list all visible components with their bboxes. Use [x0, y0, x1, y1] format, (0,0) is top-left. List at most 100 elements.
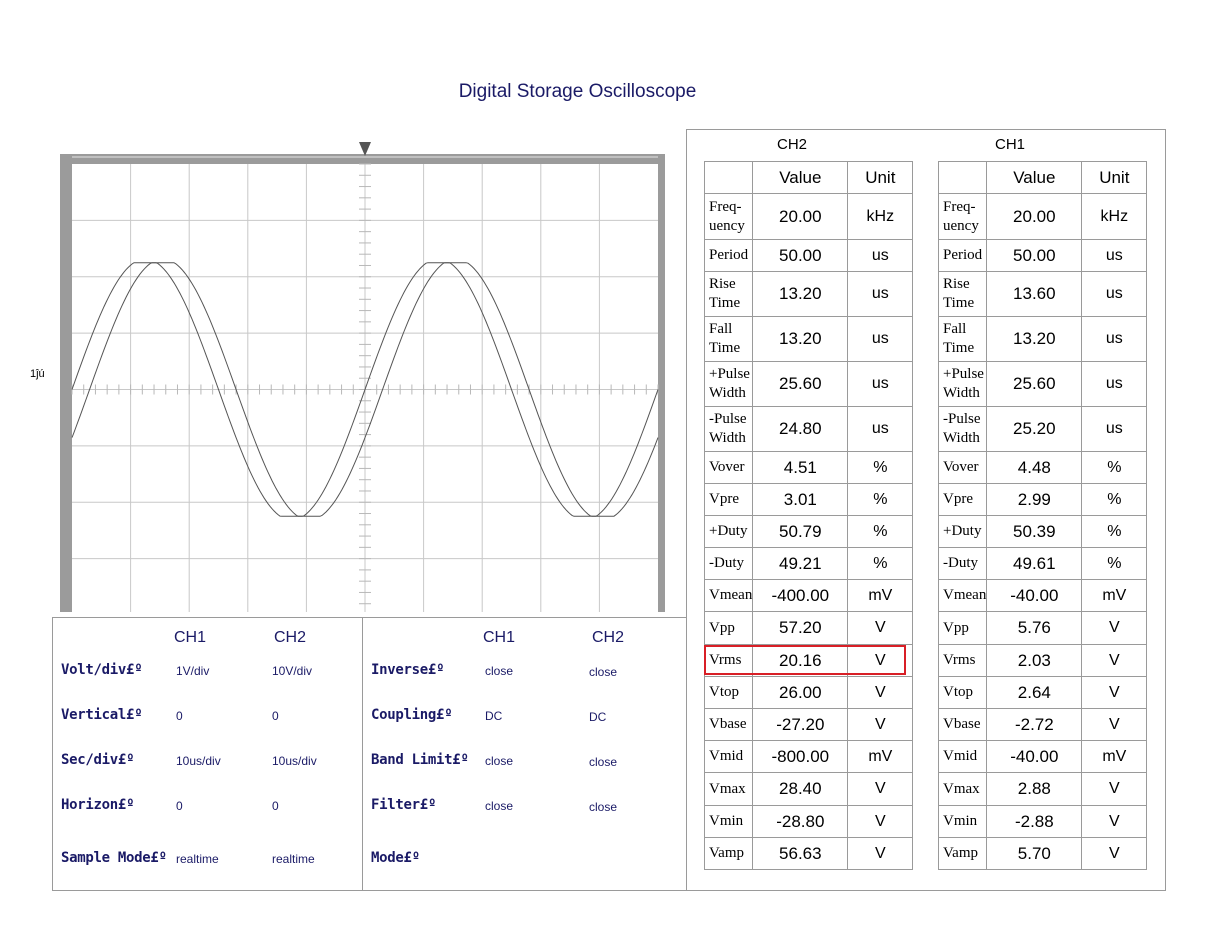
setting-ch1-value: 0 — [176, 709, 183, 723]
measurement-value: 5.70 — [986, 837, 1083, 870]
measurement-value: 24.80 — [752, 406, 849, 452]
setting-label: Vertical£º — [61, 707, 143, 723]
measurement-name: Vmax — [703, 772, 754, 806]
measurement-name: Vtop — [703, 676, 754, 709]
measurement-unit: us — [847, 361, 914, 407]
measurement-unit: V — [847, 837, 914, 870]
oscilloscope-display[interactable] — [60, 140, 665, 612]
setting-ch1-value: realtime — [176, 852, 219, 866]
measurement-name: Vrms — [937, 644, 988, 677]
setting-label: Filter£º — [371, 797, 437, 813]
measurement-unit: kHz — [1081, 193, 1148, 240]
measurement-unit: V — [847, 708, 914, 741]
measurement-name: Vamp — [703, 837, 754, 870]
measurement-row: Vmean -400.00 mV — [703, 579, 914, 612]
measurement-unit: V — [1081, 708, 1148, 741]
measurement-row: Freq- uency 20.00 kHz — [937, 193, 1148, 240]
measurement-name: Vover — [937, 451, 988, 484]
measurement-row: Vtop 2.64 V — [937, 676, 1148, 709]
measurement-row: +Pulse Width 25.60 us — [937, 361, 1148, 407]
measurement-row: Period 50.00 us — [937, 239, 1148, 272]
measurement-value: -800.00 — [752, 740, 849, 773]
measurement-row: Rise Time 13.20 us — [703, 271, 914, 317]
measurement-row: Fall Time 13.20 us — [703, 316, 914, 362]
measurement-row: Vover 4.48% — [937, 451, 1148, 484]
measurement-row: Vrms 2.03 V — [937, 644, 1148, 677]
measurement-name: Vmax — [937, 772, 988, 806]
measurement-unit: V — [847, 772, 914, 806]
setting-ch2-value: 0 — [272, 709, 279, 723]
measurement-value: -27.20 — [752, 708, 849, 741]
measurement-value: 2.99 — [986, 483, 1083, 516]
settings-divider — [362, 618, 363, 890]
measurement-name: Fall Time — [703, 316, 754, 362]
measurement-value: 13.20 — [752, 271, 849, 317]
measurement-row: Vmid -800.00 mV — [703, 740, 914, 773]
measurement-value: 50.00 — [986, 239, 1083, 272]
measurement-value: 50.79 — [752, 515, 849, 548]
measurement-row: Vpre 3.01% — [703, 483, 914, 516]
measurement-value: 50.00 — [752, 239, 849, 272]
measurement-name: Rise Time — [703, 271, 754, 317]
measurement-row: Vover 4.51% — [703, 451, 914, 484]
measurement-row: Vpp 5.76 V — [937, 611, 1148, 645]
measurement-unit: us — [847, 316, 914, 362]
measurement-value: 13.20 — [986, 316, 1083, 362]
measurement-row: Freq- uency 20.00 kHz — [703, 193, 914, 240]
measurement-unit: % — [1081, 547, 1148, 580]
setting-label: Horizon£º — [61, 797, 135, 813]
measurement-unit: mV — [847, 740, 914, 773]
measurement-unit: % — [1081, 515, 1148, 548]
measurement-unit: us — [1081, 316, 1148, 362]
setting-ch1-value: 1V/div — [176, 664, 210, 678]
measurement-name: Vpre — [703, 483, 754, 516]
setting-ch2-value: 10V/div — [272, 664, 313, 678]
measurement-name: Vbase — [703, 708, 754, 741]
measurement-unit: % — [847, 547, 914, 580]
value-column-header: Value — [986, 161, 1083, 194]
unit-column-header: Unit — [847, 161, 914, 194]
measurement-value: 13.60 — [986, 271, 1083, 317]
unit-column-header: Unit — [1081, 161, 1148, 194]
measurement-name: +Duty — [703, 515, 754, 548]
measurement-value: 57.20 — [752, 611, 849, 645]
measurement-value: 2.64 — [986, 676, 1083, 709]
measurement-value: 20.00 — [986, 193, 1083, 240]
waveform-screen[interactable] — [60, 140, 665, 612]
measurement-value: 25.20 — [986, 406, 1083, 452]
setting-ch2-value: close — [589, 800, 618, 814]
measurement-name: Vmean — [703, 579, 754, 612]
page-title: Digital Storage Oscilloscope — [458, 81, 697, 102]
setting-ch2-value: realtime — [272, 852, 315, 866]
measurement-name: Vamp — [937, 837, 988, 870]
setting-ch2-value: 10us/div — [272, 754, 317, 768]
measurement-name: Vtop — [937, 676, 988, 709]
measurement-unit: % — [1081, 483, 1148, 516]
setting-label: Mode£º — [371, 850, 420, 866]
measurement-row: Vbase -2.72 V — [937, 708, 1148, 741]
measurement-unit: % — [847, 515, 914, 548]
measurement-name: Vmid — [937, 740, 988, 773]
measurement-unit: us — [847, 239, 914, 272]
measurement-unit: mV — [1081, 740, 1148, 773]
measurement-name: Vmin — [937, 805, 988, 838]
measurement-value: 49.61 — [986, 547, 1083, 580]
settings-left-ch2-header: CH2 — [274, 629, 307, 646]
measurement-row: -Pulse Width 25.20 us — [937, 406, 1148, 452]
setting-ch1-value: close — [485, 799, 514, 813]
measurement-unit: mV — [847, 579, 914, 612]
measurement-value: 49.21 — [752, 547, 849, 580]
measurement-unit: V — [1081, 805, 1148, 838]
channel-1-marker: 1ĵú — [30, 368, 45, 380]
setting-ch1-value: close — [485, 754, 514, 768]
measurement-unit: V — [1081, 837, 1148, 870]
measurement-row: -Pulse Width 24.80 us — [703, 406, 914, 452]
measurement-name: Vbase — [937, 708, 988, 741]
measurement-row: Period 50.00 us — [703, 239, 914, 272]
measurement-unit: V — [847, 805, 914, 838]
measurement-name: -Duty — [937, 547, 988, 580]
measurement-value: 25.60 — [986, 361, 1083, 407]
measurement-value: 56.63 — [752, 837, 849, 870]
measurements-panel: CH2 CH1 Value Unit Freq- uency 20.00 kHz Peri… — [686, 129, 1166, 891]
measurement-name: Period — [703, 239, 754, 272]
